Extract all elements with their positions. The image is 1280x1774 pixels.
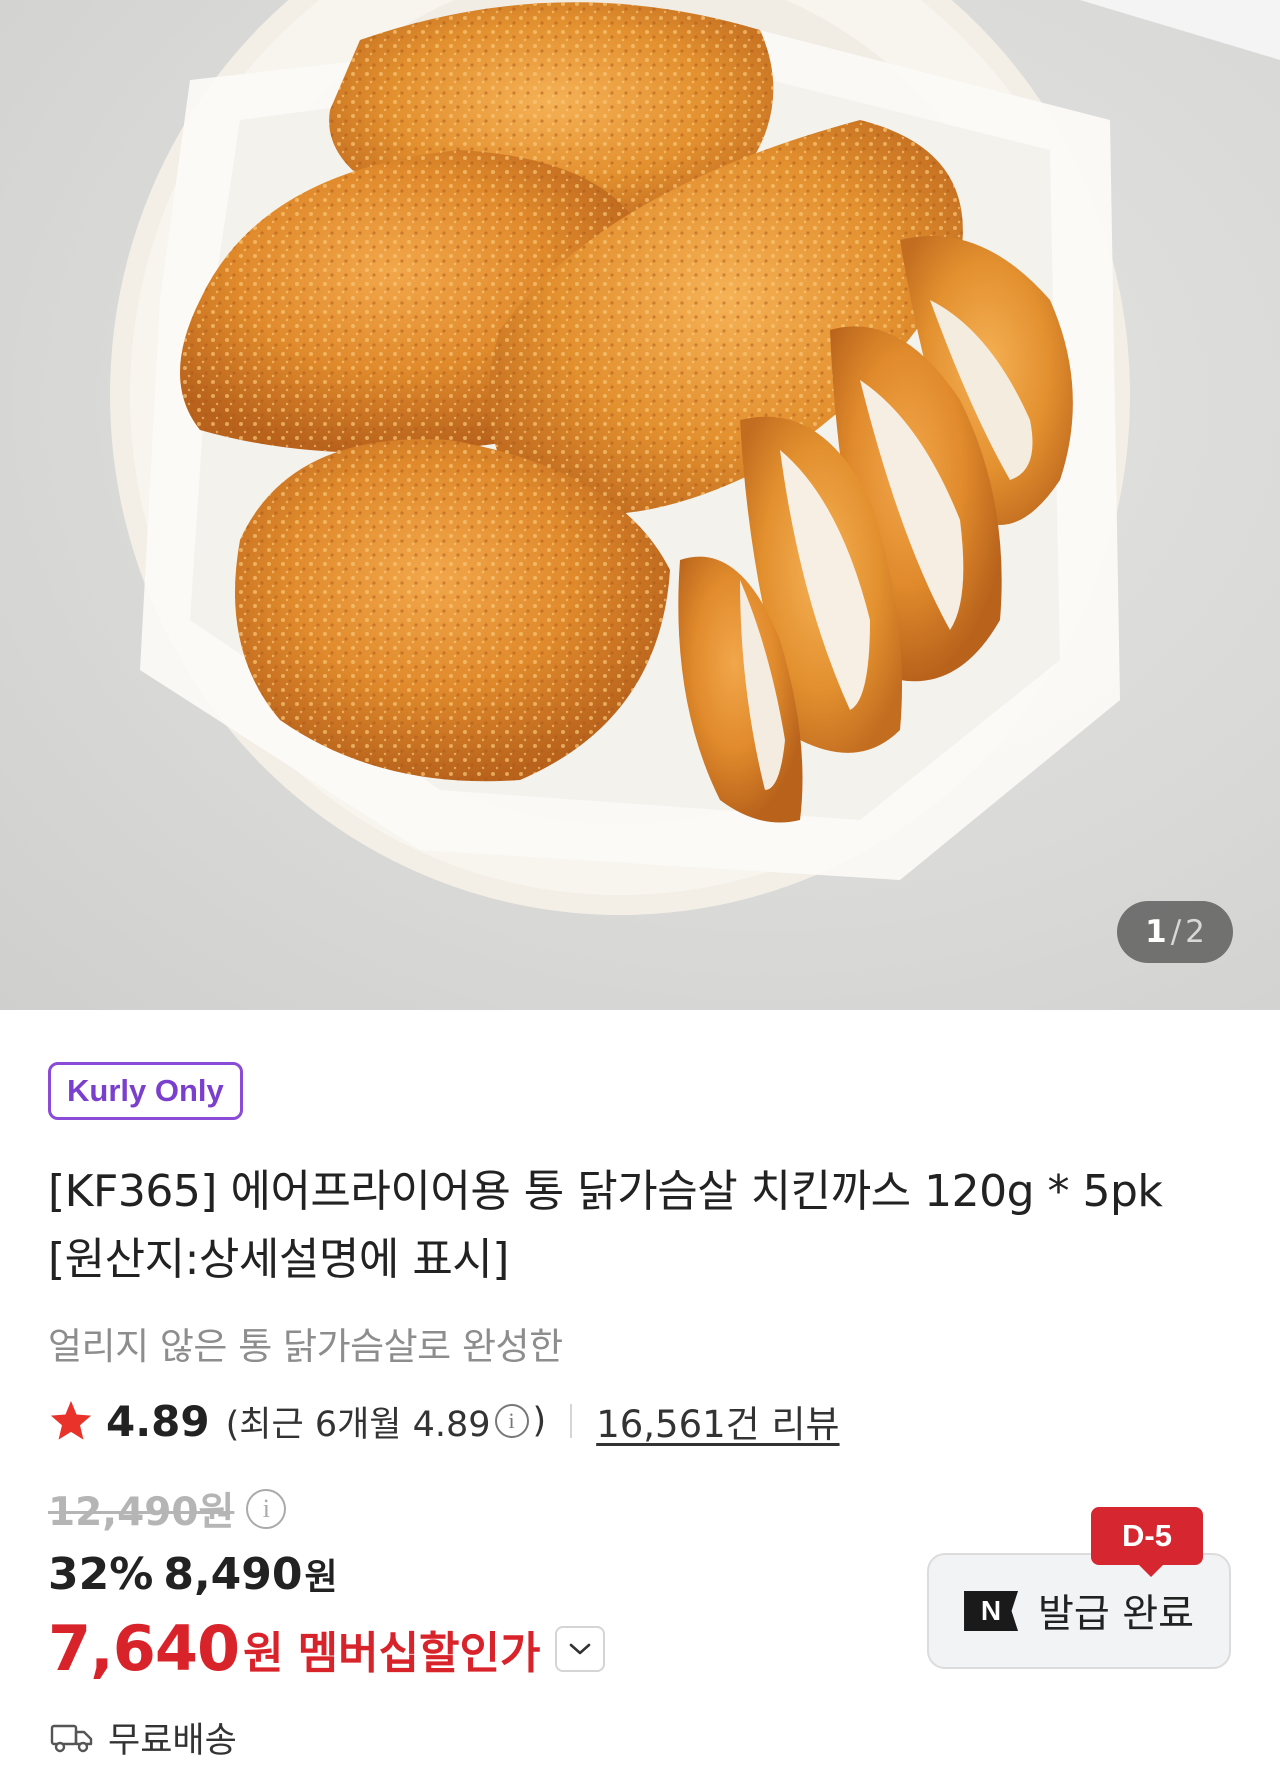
product-title: [KF365] 에어프라이어용 통 닭가슴살 치킨까스 120g * 5pk [… [48,1158,1238,1294]
discount-rate: 32% [48,1549,154,1600]
recent-rating: (최근 6개월 4.89 i ) [226,1396,547,1447]
product-title-line2: [원산지:상세설명에 표시] [48,1234,509,1285]
image-page-indicator: 1 / 2 [1117,901,1233,963]
dday-badge: D-5 [1091,1507,1203,1577]
product-title-line1: [KF365] 에어프라이어용 통 닭가슴살 치킨까스 120g * 5pk [48,1166,1163,1217]
total-pages: 2 [1185,914,1205,950]
product-image[interactable]: 1 / 2 [0,0,1280,1010]
recent-rating-close: ) [532,1401,547,1441]
kurly-only-badge: Kurly Only [48,1062,243,1120]
recent-rating-text: (최근 6개월 4.89 [225,1404,491,1445]
chevron-down-icon [569,1643,590,1654]
member-price-row: 7,640 원 멤버십할인가 [48,1612,605,1685]
original-price-row: 12,490원 i [48,1481,287,1537]
info-icon[interactable]: i [494,1404,529,1438]
review-count-link[interactable]: 16,561건 리뷰 [596,1394,839,1448]
product-subtitle: 얼리지 않은 통 닭가슴살로 완성한 [48,1325,563,1368]
star-icon [50,1400,92,1440]
member-price-label: 멤버십할인가 [297,1627,541,1679]
divider [570,1404,573,1438]
naver-n-icon: N [964,1591,1019,1631]
sale-price-unit: 원 [304,1557,338,1598]
delivery-row: 무료배송 [50,1712,237,1763]
sale-price-row: 32% 8,490 원 [48,1548,338,1600]
expand-price-button[interactable] [554,1625,605,1672]
member-price: 7,640 [48,1612,240,1685]
fried-chicken-photo-icon [110,0,1280,915]
member-price-unit: 원 [243,1627,284,1679]
delivery-text: 무료배송 [108,1721,237,1761]
truck-icon [50,1724,93,1752]
original-price: 12,490원 [48,1490,235,1535]
rating-score: 4.89 [106,1396,210,1446]
coupon-status-label: 발급 완료 [1038,1592,1194,1637]
sale-price: 8,490 [163,1549,303,1600]
rating-row: 4.89 (최근 6개월 4.89 i ) 16,561건 리뷰 [48,1393,840,1449]
page-separator: / [1170,914,1182,950]
price-info-icon[interactable]: i [246,1489,287,1529]
current-page: 1 [1145,914,1167,950]
naver-coupon-button[interactable]: N 발급 완료 [927,1553,1231,1669]
